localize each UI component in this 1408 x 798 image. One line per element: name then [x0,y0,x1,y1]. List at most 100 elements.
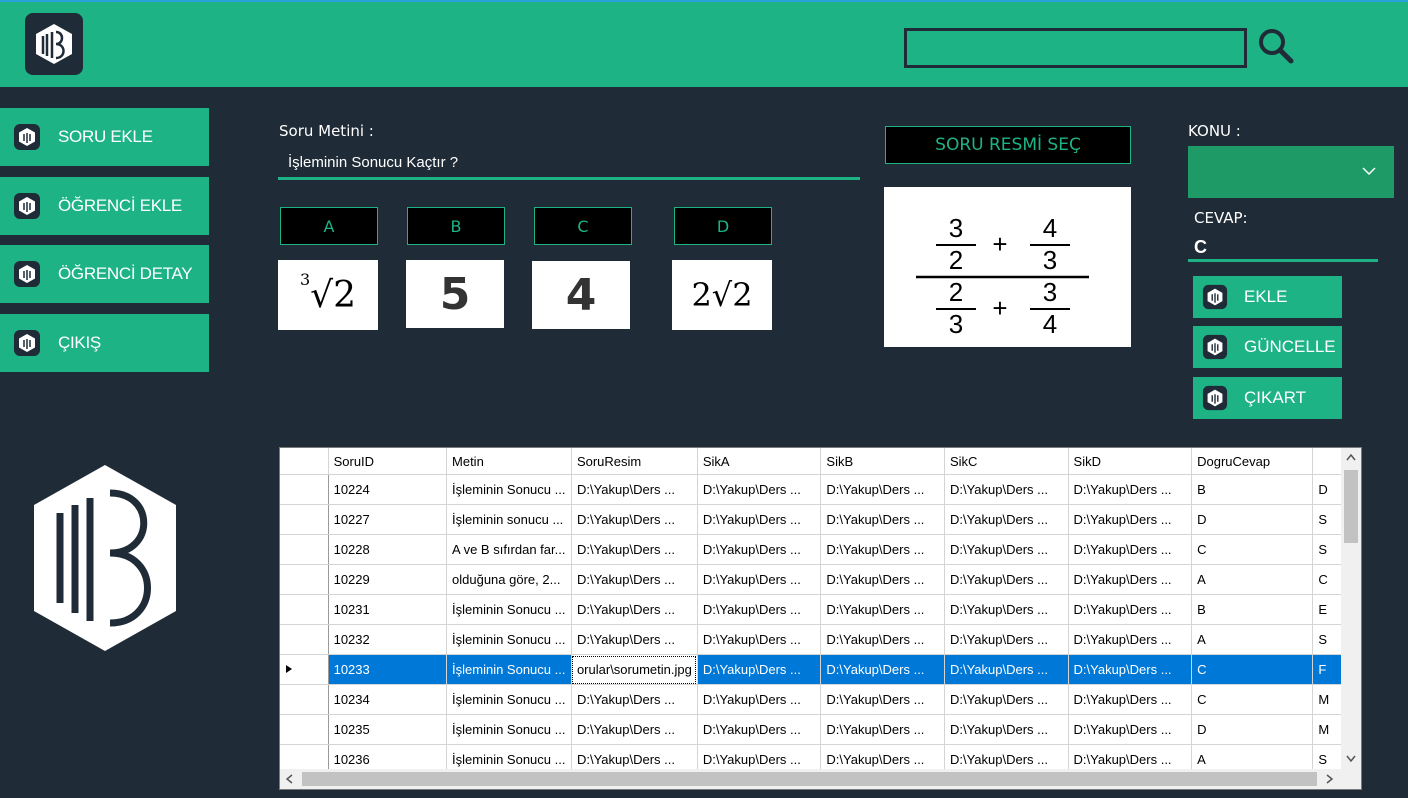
table-cell[interactable]: B [1191,474,1314,505]
table-cell[interactable]: 10234 [328,684,448,715]
table-cell[interactable]: D:\Yakup\Ders ... [944,624,1069,655]
horizontal-scrollbar[interactable] [280,769,1341,789]
table-cell[interactable]: A [1191,624,1314,655]
table-cell[interactable]: D:\Yakup\Ders ... [1068,714,1193,745]
table-cell[interactable]: D:\Yakup\Ders ... [944,564,1069,595]
table-cell[interactable]: D:\Yakup\Ders ... [697,564,822,595]
table-cell[interactable]: D:\Yakup\Ders ... [820,714,945,745]
table-cell[interactable]: D:\Yakup\Ders ... [1068,564,1193,595]
search-icon[interactable] [1257,25,1295,65]
table-cell[interactable]: D:\Yakup\Ders ... [944,714,1069,745]
column-header[interactable]: SikB [820,448,945,475]
table-cell[interactable]: 10229 [328,564,448,595]
table-cell[interactable]: 10224 [328,474,448,505]
table-cell[interactable]: D:\Yakup\Ders ... [820,504,945,535]
scroll-up-icon[interactable] [1346,454,1356,461]
table-row[interactable]: 10231 İşleminin Sonucu ... D:\Yakup\Ders .… [280,594,1361,625]
table-row[interactable]: 10227 İşleminin sonucu ... D:\Yakup\Ders .… [280,504,1361,535]
table-row[interactable]: 10229 olduğuna göre, 2... D:\Yakup\Ders ..… [280,564,1361,595]
table-cell[interactable]: olduğuna göre, 2... [446,564,572,595]
column-header[interactable]: SoruID [328,448,448,475]
table-cell[interactable]: C [1191,534,1314,565]
table-cell[interactable]: 10227 [328,504,448,535]
table-cell[interactable]: D:\Yakup\Ders ... [571,504,698,535]
table-row[interactable]: 10234 İşleminin Sonucu ... D:\Yakup\Ders .… [280,684,1361,715]
table-cell[interactable]: 10232 [328,624,448,655]
table-cell[interactable]: D [1191,504,1314,535]
table-cell[interactable]: D [1191,714,1314,745]
table-cell[interactable]: İşleminin Sonucu ... [446,654,572,685]
table-cell[interactable]: D:\Yakup\Ders ... [571,564,698,595]
topic-select[interactable] [1188,146,1394,198]
table-cell[interactable]: D:\Yakup\Ders ... [697,714,822,745]
table-cell[interactable]: D:\Yakup\Ders ... [571,594,698,625]
table-cell[interactable]: D:\Yakup\Ders ... [820,684,945,715]
table-row[interactable]: 10224 İşleminin Sonucu ... D:\Yakup\Ders .… [280,474,1361,505]
table-cell[interactable]: İşleminin Sonucu ... [446,624,572,655]
add-button[interactable]: EKLE [1193,276,1342,318]
table-cell[interactable]: D:\Yakup\Ders ... [820,474,945,505]
table-row[interactable]: 10235 İşleminin Sonucu ... D:\Yakup\Ders .… [280,714,1361,745]
row-header[interactable] [280,714,329,745]
table-cell[interactable]: D:\Yakup\Ders ... [1068,474,1193,505]
vertical-scrollbar[interactable] [1341,448,1361,769]
table-cell[interactable]: İşleminin sonucu ... [446,504,572,535]
questions-grid[interactable]: SoruID Metin SoruResim SikA SikB SikC SikD Dogr… [279,447,1362,790]
sidebar-item-cikis[interactable]: ÇIKIŞ [0,314,209,372]
column-header[interactable]: SikA [697,448,822,475]
table-cell[interactable]: C [1191,684,1314,715]
table-cell[interactable]: D:\Yakup\Ders ... [1068,654,1193,685]
table-cell[interactable]: D:\Yakup\Ders ... [820,564,945,595]
column-header[interactable]: DogruCevap [1191,448,1314,475]
row-header[interactable] [280,684,329,715]
table-cell[interactable]: İşleminin Sonucu ... [446,474,572,505]
table-cell[interactable]: D:\Yakup\Ders ... [697,474,822,505]
table-cell[interactable]: D:\Yakup\Ders ... [697,624,822,655]
table-cell[interactable]: D:\Yakup\Ders ... [697,684,822,715]
table-cell[interactable]: orular\sorumetin.jpg [571,654,698,685]
table-cell[interactable]: D:\Yakup\Ders ... [944,594,1069,625]
table-cell[interactable]: D:\Yakup\Ders ... [820,654,945,685]
table-cell[interactable]: D:\Yakup\Ders ... [697,504,822,535]
question-text-field[interactable] [278,148,860,180]
table-cell[interactable]: D:\Yakup\Ders ... [944,474,1069,505]
table-cell[interactable]: D:\Yakup\Ders ... [1068,624,1193,655]
column-header[interactable]: SikC [944,448,1069,475]
table-row[interactable]: 10233 İşleminin Sonucu ... orular\sorumeti… [280,654,1361,685]
table-cell[interactable]: C [1191,654,1314,685]
table-cell[interactable]: İşleminin Sonucu ... [446,714,572,745]
table-cell[interactable]: 10228 [328,534,448,565]
row-header[interactable] [280,624,329,655]
table-cell[interactable]: 10231 [328,594,448,625]
table-cell[interactable]: D:\Yakup\Ders ... [571,474,698,505]
table-cell[interactable]: D:\Yakup\Ders ... [697,594,822,625]
row-header[interactable] [280,504,329,535]
column-header[interactable]: SoruResim [571,448,698,475]
scroll-right-icon[interactable] [1326,774,1333,784]
column-header[interactable]: SikD [1068,448,1193,475]
row-header[interactable] [280,594,329,625]
vertical-scroll-thumb[interactable] [1344,470,1358,543]
table-cell[interactable]: İşleminin Sonucu ... [446,594,572,625]
table-cell[interactable]: D:\Yakup\Ders ... [571,684,698,715]
table-cell[interactable]: D:\Yakup\Ders ... [697,654,822,685]
sidebar-item-ogrenci-detay[interactable]: ÖĞRENCİ DETAY [0,245,209,303]
table-cell[interactable]: D:\Yakup\Ders ... [944,504,1069,535]
table-cell[interactable]: D:\Yakup\Ders ... [1068,594,1193,625]
option-c-button[interactable]: C [534,207,632,245]
horizontal-scroll-thumb[interactable] [302,772,1317,786]
remove-button[interactable]: ÇIKART [1193,377,1342,419]
table-cell[interactable]: D:\Yakup\Ders ... [697,534,822,565]
update-button[interactable]: GÜNCELLE [1193,326,1342,368]
table-cell[interactable]: D:\Yakup\Ders ... [1068,504,1193,535]
option-b-button[interactable]: B [407,207,505,245]
scroll-down-icon[interactable] [1346,755,1356,762]
answer-field[interactable] [1188,236,1378,262]
table-cell[interactable]: D:\Yakup\Ders ... [944,654,1069,685]
table-row[interactable]: 10228 A ve B sıfırdan far... D:\Yakup\Ders… [280,534,1361,565]
table-row[interactable]: 10232 İşleminin Sonucu ... D:\Yakup\Ders .… [280,624,1361,655]
sidebar-item-soru-ekle[interactable]: SORU EKLE [0,108,209,166]
table-cell[interactable]: 10235 [328,714,448,745]
table-cell[interactable]: D:\Yakup\Ders ... [571,624,698,655]
table-cell[interactable]: D:\Yakup\Ders ... [820,534,945,565]
